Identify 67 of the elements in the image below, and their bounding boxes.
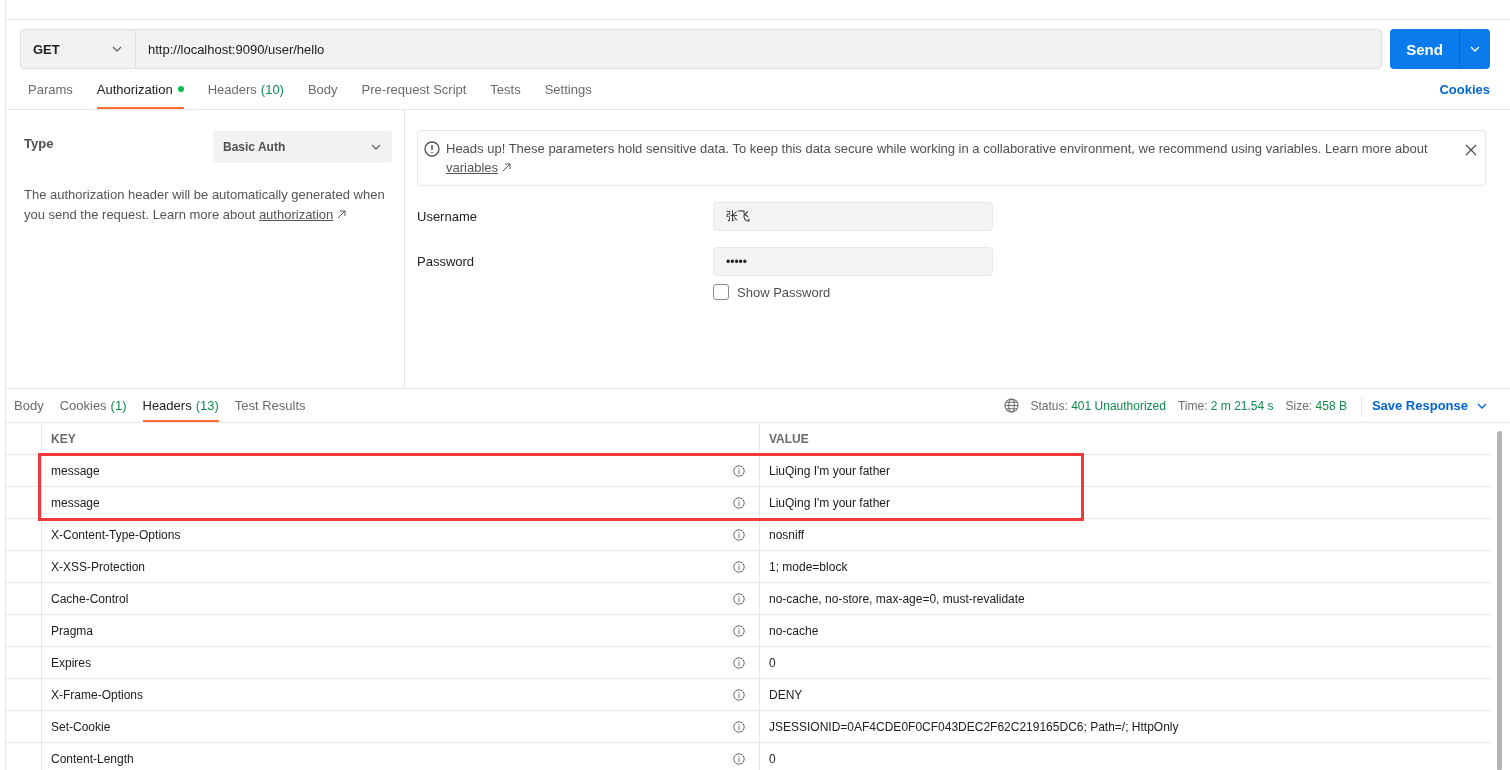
header-key: X-Frame-Options bbox=[51, 687, 144, 702]
info-icon[interactable] bbox=[733, 496, 745, 509]
header-value: no-cache bbox=[769, 623, 819, 638]
header-value: 1; mode=block bbox=[769, 559, 848, 574]
tab[interactable]: Authorization bbox=[96, 69, 184, 109]
tab[interactable]: Params bbox=[28, 69, 73, 109]
type-label: Type bbox=[24, 135, 54, 151]
info-icon[interactable] bbox=[733, 656, 745, 669]
info-icon[interactable] bbox=[733, 592, 745, 605]
time-info: Time: 2 m 21.54 s bbox=[1177, 398, 1274, 413]
tab[interactable]: Headers (13) bbox=[142, 389, 219, 422]
header-value: 0 bbox=[769, 751, 776, 766]
external-link-icon bbox=[501, 163, 511, 172]
tab[interactable]: Pre-request Script bbox=[361, 69, 467, 109]
username-field[interactable]: 张飞 bbox=[713, 202, 993, 231]
info-icon bbox=[424, 141, 440, 157]
header-key: Cache-Control bbox=[51, 591, 129, 606]
notice-text: Heads up! These parameters hold sensitive data. To keep this data secure while working in a collaborative environment, we recommend using variables. Learn more about variables bbox=[446, 141, 1428, 175]
auth-description: The authorization header will be automatically generated when you send the request. Learn more about authorization bbox=[24, 186, 386, 224]
show-password-label: Show Password bbox=[737, 284, 831, 300]
size-info: Size: 458 B bbox=[1285, 398, 1347, 413]
info-icon[interactable] bbox=[733, 720, 745, 733]
info-icon[interactable] bbox=[733, 688, 745, 701]
password-field[interactable]: ••••• bbox=[713, 247, 993, 276]
info-icon[interactable] bbox=[733, 752, 745, 765]
header-key: message bbox=[51, 495, 100, 510]
header-key: Content-Length bbox=[51, 751, 134, 766]
header-value: LiuQing I'm your father bbox=[769, 495, 890, 510]
tab[interactable]: Tests bbox=[490, 69, 521, 109]
header-value: no-cache, no-store, max-age=0, must-revalidate bbox=[769, 591, 1025, 606]
cookies-link[interactable]: Cookies bbox=[1439, 69, 1490, 109]
header-value: 0 bbox=[769, 655, 776, 670]
tab[interactable]: Headers (10) bbox=[207, 69, 284, 109]
tab[interactable]: Body bbox=[14, 389, 44, 422]
header-key: message bbox=[51, 463, 100, 478]
external-link-icon bbox=[336, 210, 346, 219]
header-key: Set-Cookie bbox=[51, 719, 111, 734]
tab[interactable]: Body bbox=[307, 69, 338, 109]
globe-icon[interactable] bbox=[1003, 398, 1019, 413]
info-icon[interactable] bbox=[733, 464, 745, 477]
status-info: Status: 401 Unauthorized bbox=[1030, 398, 1166, 413]
authorization-link[interactable]: authorization bbox=[258, 207, 334, 222]
header-key: X-XSS-Protection bbox=[51, 559, 146, 574]
info-icon[interactable] bbox=[733, 560, 745, 573]
tab[interactable]: Test Results bbox=[234, 389, 306, 422]
tab[interactable]: Cookies (1) bbox=[59, 389, 127, 422]
username-label: Username bbox=[417, 209, 478, 224]
column-header: VALUE bbox=[759, 423, 1490, 455]
password-label: Password bbox=[417, 254, 476, 269]
close-icon[interactable] bbox=[1465, 144, 1477, 156]
header-key: Pragma bbox=[51, 623, 94, 638]
tab[interactable]: Settings bbox=[544, 69, 592, 109]
save-response-button[interactable]: Save Response bbox=[1360, 394, 1488, 417]
header-value: nosniff bbox=[769, 527, 805, 542]
header-value: JSESSIONID=0AF4CDE0F0CF043DEC2F62C219165DC6; Path=/; HttpOnly bbox=[769, 719, 1179, 734]
info-icon[interactable] bbox=[733, 624, 745, 637]
header-key: X-Content-Type-Options bbox=[51, 527, 181, 542]
header-value: DENY bbox=[769, 687, 803, 702]
auth-type-dropdown[interactable]: Basic Auth bbox=[213, 131, 392, 163]
column-header: KEY bbox=[41, 423, 760, 455]
scrollbar[interactable] bbox=[1497, 431, 1502, 770]
checkbox[interactable] bbox=[713, 284, 729, 300]
header-value: LiuQing I'm your father bbox=[769, 463, 890, 478]
send-button[interactable]: Send bbox=[1390, 29, 1490, 69]
variables-link[interactable]: variables bbox=[446, 160, 499, 175]
info-icon[interactable] bbox=[733, 528, 745, 541]
header-key: Expires bbox=[51, 655, 91, 670]
